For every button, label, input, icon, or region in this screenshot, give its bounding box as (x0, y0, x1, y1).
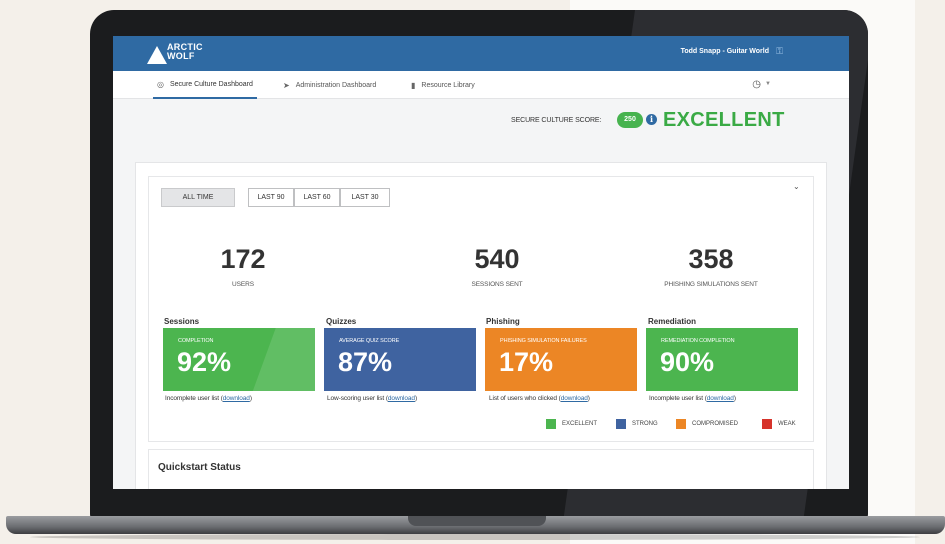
legend-swatch (616, 419, 626, 429)
users-label: USERS (232, 281, 254, 288)
remediation-tile[interactable]: REMEDIATION COMPLETION 90% (646, 328, 798, 391)
clock-icon[interactable]: ◷ (752, 79, 761, 90)
tab-administration-dashboard[interactable]: ➤ Administration Dashboard (283, 71, 376, 99)
legend-swatch (762, 419, 772, 429)
info-icon[interactable]: i (646, 114, 657, 125)
quizzes-title: Quizzes (326, 317, 357, 326)
nav-bar: ◎ Secure Culture Dashboard ➤ Administrat… (113, 71, 849, 99)
tile-caption: AVERAGE QUIZ SCORE (339, 338, 400, 344)
tile-percent: 92% (177, 347, 232, 377)
legend-swatch (676, 419, 686, 429)
overview-panel (148, 176, 814, 442)
download-link[interactable]: download (561, 395, 588, 402)
filter-last-90-button[interactable]: LAST 90 (248, 188, 294, 207)
filter-last-30-button[interactable]: LAST 30 (340, 188, 390, 207)
users-count: 172 (220, 244, 266, 274)
download-link[interactable]: download (707, 395, 734, 402)
phishing-download-text: List of users who clicked (download) (489, 395, 590, 402)
logo-line2: WOLF (167, 51, 195, 61)
download-link[interactable]: download (223, 395, 250, 402)
phishing-sent-label: PHISHING SIMULATIONS SENT (664, 281, 758, 288)
sessions-sent-count: 540 (474, 244, 520, 274)
quizzes-download-text: Low-scoring user list (download) (327, 395, 418, 402)
phishing-title: Phishing (486, 317, 520, 326)
download-link[interactable]: download (388, 395, 415, 402)
phishing-sent-count: 358 (688, 244, 734, 274)
top-bar: ARCTIC WOLF Todd Snapp - Guitar World ⚿ (113, 36, 849, 71)
score-badge: 250 (617, 112, 643, 128)
collapse-chevron-icon[interactable]: ⌄ (793, 182, 800, 191)
globe-icon: ◎ (157, 79, 164, 89)
sessions-tile[interactable]: COMPLETION 92% (163, 328, 315, 391)
quickstart-card (148, 449, 814, 489)
sessions-sent-label: SESSIONS SENT (471, 281, 523, 288)
score-label: SECURE CULTURE SCORE: (511, 117, 602, 124)
tile-percent: 90% (660, 347, 715, 377)
tile-caption: COMPLETION (178, 338, 214, 344)
legend-compromised: COMPROMISED (676, 419, 738, 429)
laptop-shadow (30, 534, 920, 540)
tab-label: Administration Dashboard (295, 81, 377, 89)
tab-resource-library[interactable]: ▮ Resource Library (411, 71, 475, 99)
quickstart-title: Quickstart Status (158, 462, 241, 473)
legend-swatch (546, 419, 556, 429)
filter-last-60-button[interactable]: LAST 60 (294, 188, 340, 207)
score-rating: EXCELLENT (663, 109, 785, 131)
app-screen: ARCTIC WOLF Todd Snapp - Guitar World ⚿ … (113, 36, 849, 489)
phishing-tile[interactable]: PHISHING SIMULATION FAILURES 17% (485, 328, 637, 391)
quizzes-tile[interactable]: AVERAGE QUIZ SCORE 87% (324, 328, 476, 391)
laptop-hinge-notch (408, 516, 546, 526)
chevron-down-icon[interactable]: ▼ (765, 81, 771, 87)
sessions-title: Sessions (164, 317, 200, 326)
tile-caption: PHISHING SIMULATION FAILURES (500, 338, 587, 344)
legend-strong: STRONG (616, 419, 658, 429)
sessions-download-text: Incomplete user list (download) (165, 395, 252, 402)
tab-label: Resource Library (421, 81, 475, 89)
user-name[interactable]: Todd Snapp - Guitar World (681, 48, 769, 55)
key-icon[interactable]: ⚿ (776, 46, 783, 57)
rocket-icon: ➤ (283, 80, 290, 90)
tile-caption: REMEDIATION COMPLETION (661, 338, 735, 344)
tab-secure-culture-dashboard[interactable]: ◎ Secure Culture Dashboard (153, 71, 257, 99)
filter-all-time-button[interactable]: ALL TIME (161, 188, 235, 207)
remediation-title: Remediation (648, 317, 697, 326)
arctic-wolf-logo[interactable]: ARCTIC WOLF (147, 42, 207, 66)
legend-excellent: EXCELLENT (546, 419, 597, 429)
tile-percent: 87% (338, 347, 393, 377)
tab-label: Secure Culture Dashboard (169, 80, 253, 88)
folder-icon: ▮ (411, 80, 416, 90)
wolf-logo-icon (147, 46, 167, 64)
legend-weak: WEAK (762, 419, 796, 429)
tile-percent: 17% (499, 347, 554, 377)
remediation-download-text: Incomplete user list (download) (649, 395, 736, 402)
